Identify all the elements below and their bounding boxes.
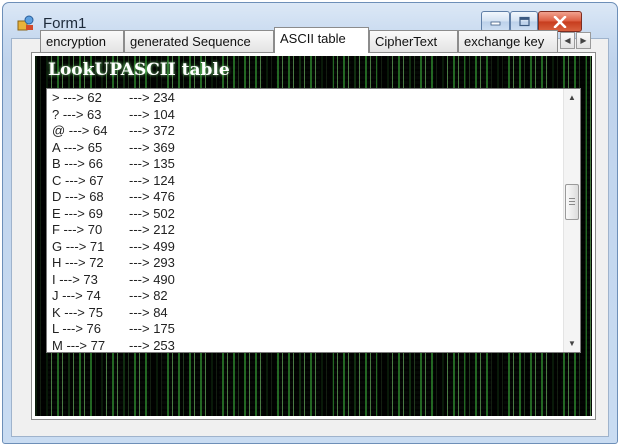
ascii-rows: > ---> 62 ---> 234? ---> 63 ---> 104 @ --->… (52, 90, 557, 353)
maximize-icon (518, 16, 530, 27)
ascii-code: M ---> 77 (52, 337, 106, 353)
mapped-value: ---> 175 (129, 321, 175, 336)
mapped-value: ---> 369 (129, 139, 175, 155)
tab-label: ASCII table (280, 31, 346, 46)
mapped-value: ---> 212 (129, 222, 175, 237)
list-item[interactable]: C ---> 67 ---> 124 (52, 173, 557, 190)
main-window: Form1 encryption generated Sequence ASCI… (2, 2, 618, 444)
list-item[interactable]: H ---> 72 ---> 293 (52, 255, 557, 272)
ascii-code: @ ---> 64 (52, 123, 108, 138)
tab-label: CipherText (375, 34, 438, 49)
list-item[interactable]: F ---> 70 ---> 212 (52, 222, 557, 239)
ascii-code: C ---> 67 (52, 172, 104, 188)
list-item[interactable]: E ---> 69 ---> 502 (52, 206, 557, 223)
tab-scroll-right-button[interactable]: ▶ (576, 32, 591, 49)
grip-line (569, 201, 575, 202)
tab-ciphertext[interactable]: CipherText (369, 30, 458, 52)
chevron-left-icon: ◀ (564, 36, 571, 45)
scroll-down-button[interactable]: ▼ (564, 335, 580, 352)
mapped-value: ---> 135 (129, 156, 175, 171)
ascii-code: K ---> 75 (52, 304, 103, 320)
ascii-code: F ---> 70 (52, 222, 103, 237)
list-item[interactable]: @ ---> 64 ---> 372 (52, 123, 557, 140)
mapped-value: ---> 372 (129, 123, 175, 138)
grip-line (569, 198, 575, 199)
mapped-value: ---> 490 (129, 271, 175, 287)
vertical-scrollbar[interactable]: ▲ ▼ (563, 89, 580, 352)
mapped-value: ---> 82 (129, 288, 168, 303)
list-item[interactable]: K ---> 75 ---> 84 (52, 305, 557, 322)
list-item[interactable]: > ---> 62 ---> 234 (52, 90, 557, 107)
ascii-list-box[interactable]: > ---> 62 ---> 234? ---> 63 ---> 104 @ --->… (46, 88, 581, 353)
list-item[interactable]: B ---> 66 ---> 135 (52, 156, 557, 173)
mapped-value: ---> 476 (129, 189, 175, 204)
mapped-value: ---> 293 (129, 255, 175, 270)
mapped-value: ---> 104 (129, 106, 175, 122)
list-item[interactable]: J ---> 74 ---> 82 (52, 288, 557, 305)
tab-label: exchange key (464, 34, 545, 49)
tab-ascii-table[interactable]: ASCII table (274, 27, 369, 53)
chevron-up-icon: ▲ (568, 93, 576, 102)
chevron-right-icon: ▶ (580, 36, 587, 45)
mapped-value: ---> 234 (129, 90, 175, 105)
ascii-code: B ---> 66 (52, 156, 103, 171)
ascii-code: J ---> 74 (52, 288, 101, 303)
mapped-value: ---> 253 (129, 337, 175, 353)
ascii-code: > ---> 62 (52, 90, 102, 105)
close-button[interactable] (538, 11, 582, 32)
minimize-button[interactable] (481, 11, 510, 32)
list-item[interactable]: M ---> 77 ---> 253 (52, 337, 557, 353)
app-form-icon (17, 15, 34, 31)
maximize-button[interactable] (510, 11, 538, 32)
tab-generated-sequence[interactable]: generated Sequence (124, 30, 274, 52)
mapped-value: ---> 84 (129, 304, 168, 320)
ascii-code: L ---> 76 (52, 321, 102, 336)
ascii-code: ? ---> 63 (52, 106, 102, 122)
grip-line (569, 204, 575, 205)
mapped-value: ---> 502 (129, 205, 175, 221)
tab-encryption[interactable]: encryption (40, 30, 124, 52)
minimize-icon (490, 21, 501, 26)
tab-scroll-left-button[interactable]: ◀ (560, 32, 575, 49)
list-item[interactable]: ? ---> 63 ---> 104 (52, 107, 557, 124)
list-item[interactable]: I ---> 73 ---> 490 (52, 272, 557, 289)
mapped-value: ---> 499 (129, 238, 175, 254)
list-item[interactable]: L ---> 76 ---> 175 (52, 321, 557, 338)
close-icon (553, 15, 567, 28)
list-item[interactable]: A ---> 65 ---> 369 (52, 140, 557, 157)
ascii-code: G ---> 71 (52, 238, 105, 254)
scrollbar-thumb[interactable] (565, 184, 579, 220)
panel-title: LookUPASCII table (48, 60, 230, 80)
mapped-value: ---> 124 (129, 172, 175, 188)
ascii-code: D ---> 68 (52, 189, 104, 204)
ascii-code: H ---> 72 (52, 255, 104, 270)
scroll-up-button[interactable]: ▲ (564, 89, 580, 106)
ascii-code: E ---> 69 (52, 205, 103, 221)
tab-label: generated Sequence (130, 34, 251, 49)
chevron-down-icon: ▼ (568, 339, 576, 348)
tab-page-ascii-table: LookUPASCII table > ---> 62 ---> 234 ? ---… (31, 52, 596, 420)
list-item[interactable]: D ---> 68 ---> 476 (52, 189, 557, 206)
tab-exchange-key[interactable]: exchange key (458, 30, 558, 52)
matrix-background-panel: LookUPASCII table > ---> 62 ---> 234 ? ---… (35, 56, 592, 416)
tab-label: encryption (46, 34, 106, 49)
list-item[interactable]: G ---> 71 ---> 499 (52, 239, 557, 256)
ascii-code: I ---> 73 (52, 271, 98, 287)
ascii-code: A ---> 65 (52, 139, 103, 155)
